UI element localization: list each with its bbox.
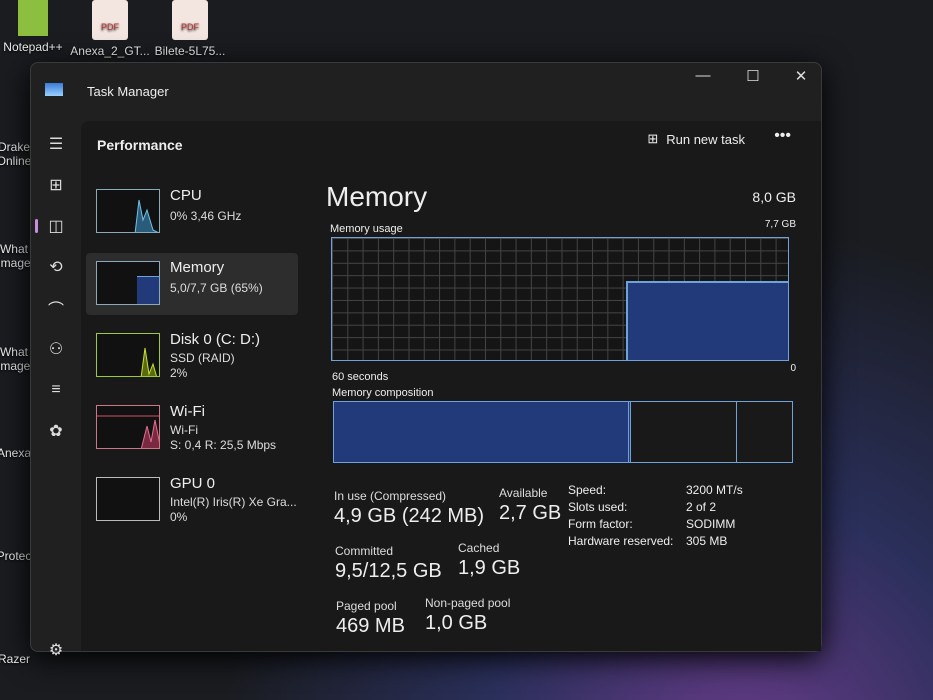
performance-icon[interactable]: ◫ xyxy=(35,211,73,241)
modified-segment xyxy=(631,402,737,462)
spec-key: Form factor: xyxy=(568,517,633,531)
device-list: CPU 0% 3,46 GHz Memory 5,0/7,7 GB (65%) Di… xyxy=(86,181,298,541)
memory-usage-graph xyxy=(331,237,789,361)
device-detail: SSD (RAID) xyxy=(170,351,235,365)
free-segment xyxy=(737,402,792,462)
desktop-icon-bilete[interactable]: PDF Bilete-5L75... xyxy=(150,0,230,58)
page-title: Performance xyxy=(97,137,183,153)
device-detail: S: 0,4 R: 25,5 Mbps xyxy=(170,438,277,452)
stat-available: Available 2,7 GB xyxy=(499,486,562,524)
spec-key: Hardware reserved: xyxy=(568,534,674,548)
close-button[interactable]: ✕ xyxy=(781,67,821,85)
device-name: Memory xyxy=(170,259,225,276)
stat-in-use: In use (Compressed) 4,9 GB (242 MB) xyxy=(334,489,485,527)
stat-nonpaged-pool: Non-paged pool 1,0 GB xyxy=(425,596,511,634)
desktop-icon-what2[interactable]: What image xyxy=(0,345,34,373)
memory-title: Memory xyxy=(326,181,428,212)
desktop-icon-notepadpp[interactable]: Notepad++ xyxy=(0,0,66,54)
min-label: 0 xyxy=(790,363,796,374)
desktop-icon-anexa2[interactable]: Anexa xyxy=(0,446,34,460)
run-new-task-button[interactable]: ⊞ Run new task xyxy=(647,131,745,147)
icon-label: Notepad++ xyxy=(3,40,63,54)
icon-label: Bilete-5L75... xyxy=(154,44,226,58)
icon-label: Razer xyxy=(0,652,30,666)
memory-thumbnail xyxy=(96,261,160,305)
device-name: CPU xyxy=(170,187,202,204)
spec-key: Speed: xyxy=(568,483,607,497)
spec-value: 2 of 2 xyxy=(686,500,717,514)
in-use-segment xyxy=(334,402,631,462)
desktop-icon-protec[interactable]: Protec xyxy=(0,549,34,563)
icon-label: Anexa xyxy=(0,446,32,460)
device-gpu[interactable]: GPU 0 Intel(R) Iris(R) Xe Gra... 0% xyxy=(86,469,298,531)
startup-icon[interactable]: ⌒ xyxy=(39,293,73,323)
device-detail: Intel(R) Iris(R) Xe Gra... xyxy=(170,495,297,509)
time-label: 60 seconds xyxy=(332,371,389,383)
composition-label: Memory composition xyxy=(332,387,434,399)
device-detail: Wi-Fi xyxy=(170,423,198,437)
spec-value: 305 MB xyxy=(686,534,728,548)
settings-icon[interactable]: ⚙ xyxy=(39,635,73,665)
memory-total: 8,0 GB xyxy=(752,189,796,205)
desktop-icon-drake[interactable]: Drake Online xyxy=(0,140,34,168)
icon-label: Drake Online xyxy=(0,140,32,168)
memory-composition-bar xyxy=(333,401,793,463)
desktop-icon-anexa[interactable]: PDF Anexa_2_GT... xyxy=(70,0,150,58)
performance-page: Performance ⊞ Run new task ••• CPU 0% 3,46… xyxy=(81,121,821,651)
device-disk[interactable]: Disk 0 (C: D:) SSD (RAID) 2% xyxy=(86,325,298,387)
wifi-thumbnail xyxy=(96,405,160,449)
memory-specs: Speed: 3200 MT/s Slots used: 2 of 2 Form f… xyxy=(568,483,743,548)
icon-label: Protec xyxy=(0,549,32,563)
cpu-thumbnail xyxy=(96,189,160,233)
icon-label: Anexa_2_GT... xyxy=(70,44,150,58)
device-cpu[interactable]: CPU 0% 3,46 GHz xyxy=(86,181,298,243)
icon-label: What image xyxy=(0,345,31,373)
device-name: Wi-Fi xyxy=(170,403,205,420)
processes-icon[interactable]: ⊞ xyxy=(39,170,73,200)
gpu-thumbnail xyxy=(96,477,160,521)
spec-key: Slots used: xyxy=(568,500,628,514)
hamburger-icon[interactable]: ☰ xyxy=(39,129,73,159)
pdf-icon: PDF xyxy=(92,0,128,40)
services-icon[interactable]: ✿ xyxy=(39,416,73,446)
minimize-button[interactable]: — xyxy=(683,67,723,84)
task-manager-window: Task Manager — ☐ ✕ ☰ ⊞ ◫ ⟲ ⌒ ⚇ ≡ ✿ ⚙ Per… xyxy=(30,62,822,659)
device-detail: 0% 3,46 GHz xyxy=(170,209,242,223)
device-name: GPU 0 xyxy=(170,475,216,492)
device-detail: 2% xyxy=(170,366,188,380)
desktop-icon-what[interactable]: What Image xyxy=(0,242,34,270)
spec-value: 3200 MT/s xyxy=(686,483,743,497)
window-title: Task Manager xyxy=(87,84,169,99)
stat-cached: Cached 1,9 GB xyxy=(458,541,521,579)
title-bar[interactable]: Task Manager — ☐ ✕ xyxy=(31,63,821,118)
desktop-icon-razer[interactable]: Razer xyxy=(0,652,34,666)
spec-value: SODIMM xyxy=(686,517,736,531)
run-new-task-label: Run new task xyxy=(666,131,745,147)
usage-label: Memory usage xyxy=(330,223,403,235)
usage-max: 7,7 GB xyxy=(764,219,796,230)
more-options-button[interactable]: ••• xyxy=(774,127,791,145)
device-detail: 0% xyxy=(170,510,188,524)
users-icon[interactable]: ⚇ xyxy=(39,334,73,364)
device-wifi[interactable]: Wi-Fi Wi-Fi S: 0,4 R: 25,5 Mbps xyxy=(86,397,298,459)
task-manager-app-icon xyxy=(45,83,63,96)
run-task-icon: ⊞ xyxy=(647,131,659,146)
usage-fill xyxy=(626,280,788,360)
stat-committed: Committed 9,5/12,5 GB xyxy=(335,544,442,582)
notepadpp-icon xyxy=(18,0,48,36)
pdf-icon: PDF xyxy=(172,0,208,40)
device-detail: 5,0/7,7 GB (65%) xyxy=(170,281,263,295)
icon-label: What Image xyxy=(0,242,31,270)
disk-thumbnail xyxy=(96,333,160,377)
stat-paged-pool: Paged pool 469 MB xyxy=(336,599,405,637)
device-memory[interactable]: Memory 5,0/7,7 GB (65%) xyxy=(86,253,298,315)
maximize-button[interactable]: ☐ xyxy=(733,67,773,85)
app-history-icon[interactable]: ⟲ xyxy=(39,252,73,282)
device-name: Disk 0 (C: D:) xyxy=(170,331,260,348)
details-icon[interactable]: ≡ xyxy=(39,375,73,405)
